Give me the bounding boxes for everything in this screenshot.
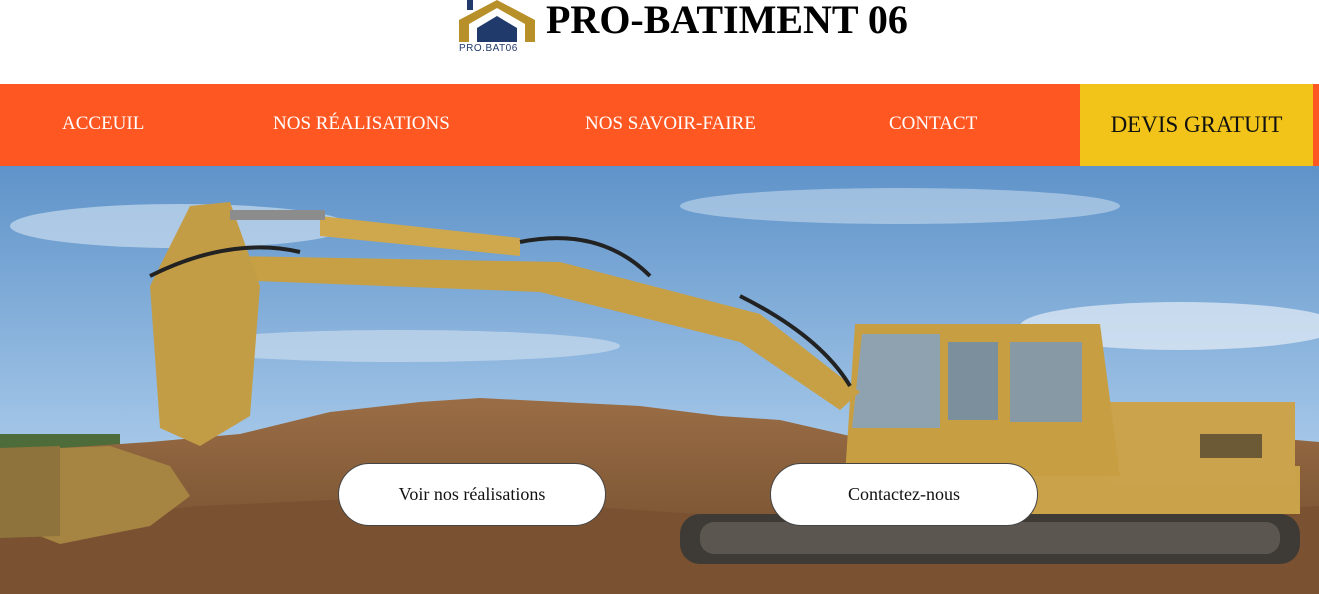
nav-edge [1313,84,1319,166]
site-title[interactable]: PRO-BATIMENT 06 [546,0,908,42]
excavator-photo-icon [0,166,1319,594]
logo-text: PRO.BAT06 [459,43,518,54]
nav-item-realisations[interactable]: NOS RÉALISATIONS [273,84,450,166]
nav-item-acceuil[interactable]: ACCEUIL [62,84,144,166]
devis-gratuit-button[interactable]: DEVIS GRATUIT [1080,84,1313,166]
hero-banner: Voir nos réalisations Contactez-nous [0,166,1319,594]
nav-item-contact[interactable]: CONTACT [889,84,977,166]
site-header: PRO.BAT06 PRO-BATIMENT 06 [0,0,1319,84]
contactez-nous-button[interactable]: Contactez-nous [770,463,1038,526]
nav-item-savoir-faire[interactable]: NOS SAVOIR-FAIRE [585,84,756,166]
house-logo-icon [459,0,535,42]
voir-realisations-button[interactable]: Voir nos réalisations [338,463,606,526]
